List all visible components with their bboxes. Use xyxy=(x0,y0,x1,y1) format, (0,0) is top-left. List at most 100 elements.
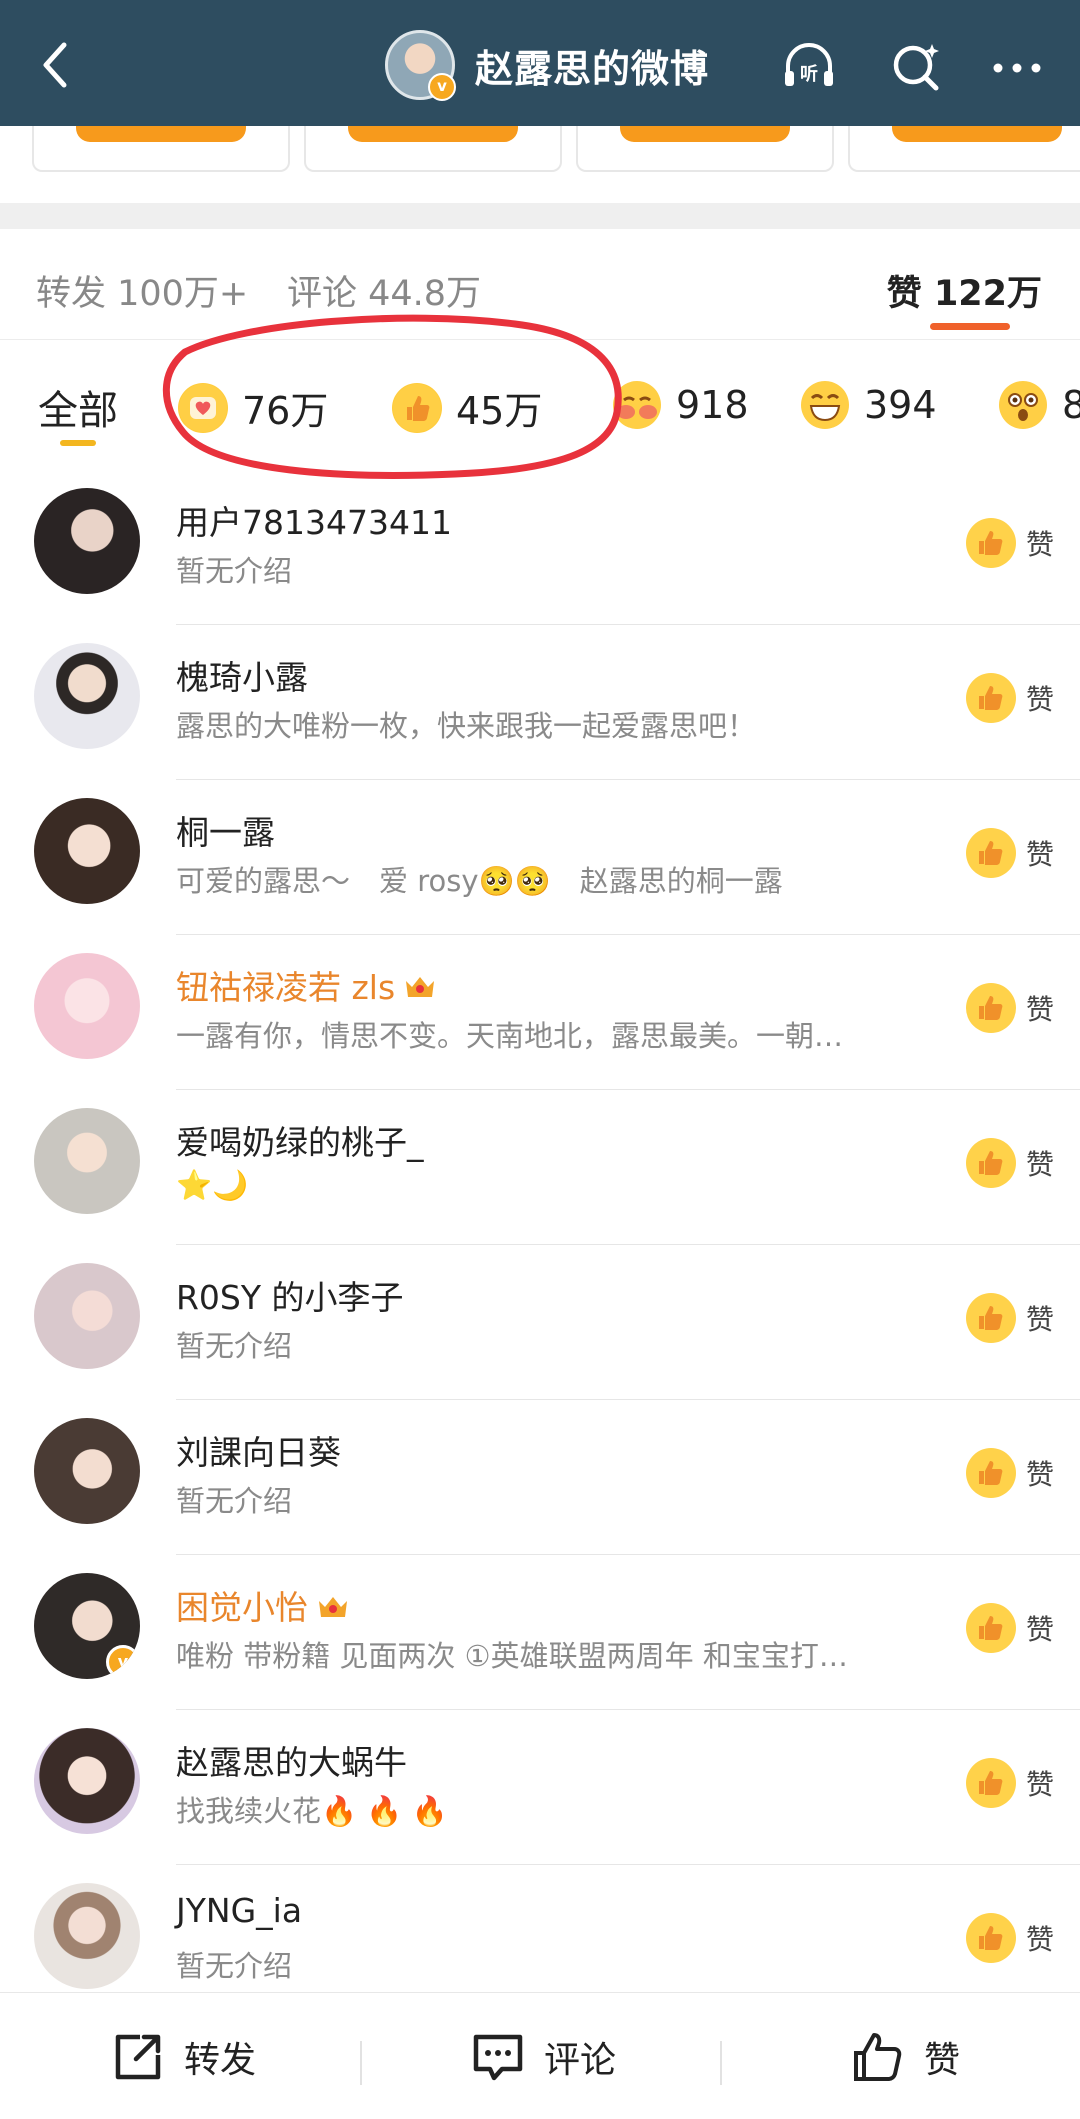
like-button[interactable]: 赞 xyxy=(965,983,1054,1033)
verified-badge: v xyxy=(428,73,456,101)
tab-like-count: 122万 xyxy=(933,274,1042,314)
bottom-action-bar: 转发 评论 赞 xyxy=(0,1992,1080,2119)
user-description: 露思的大唯粉一枚，快来跟我一起爱露思吧！ xyxy=(176,709,757,743)
user-name[interactable]: 赵露思的大蜗牛 xyxy=(176,1736,407,1784)
user-name[interactable]: 用户7813473411 xyxy=(176,496,452,544)
avatar[interactable]: v xyxy=(34,1573,140,1679)
list-item[interactable]: 钮祜禄凌若 zls 一露有你，情思不变。天南地北，露思最美。一朝… 赞 xyxy=(0,935,1080,1090)
annotation-circle xyxy=(162,314,622,479)
reaction-tab-surprised[interactable]: 8 xyxy=(998,380,1080,430)
section-divider xyxy=(0,203,1080,229)
list-item[interactable]: v 困觉小怡 唯粉 带粉籍 见面两次 ①英雄联盟两周年 和宝宝打… 赞 xyxy=(0,1555,1080,1710)
divider xyxy=(360,2041,362,2085)
like-label: 赞 xyxy=(1025,1613,1054,1646)
avatar[interactable] xyxy=(34,488,140,594)
tab-like[interactable]: 赞 122万 xyxy=(887,265,1042,316)
thumbs-up-icon xyxy=(965,1913,1016,1963)
avatar[interactable] xyxy=(34,1728,140,1834)
user-name-text: 钮祜禄凌若 zls xyxy=(176,968,396,1007)
list-item[interactable]: 赵露思的大蜗牛 找我续火花🔥 🔥 🔥 赞 xyxy=(0,1710,1080,1865)
list-item[interactable]: R0SY 的小李子 暂无介绍 赞 xyxy=(0,1245,1080,1400)
reaction-count: 918 xyxy=(676,383,749,427)
like-action-button[interactable]: 赞 xyxy=(850,2029,960,2085)
like-label: 赞 xyxy=(1025,838,1054,871)
thumbs-up-outline-icon xyxy=(854,2033,902,2081)
title-group[interactable]: v 赵露思的微博 xyxy=(385,30,710,101)
action-card[interactable] xyxy=(848,126,1080,172)
tab-repost[interactable]: 转发 100万+ xyxy=(36,265,248,316)
thumbs-up-icon xyxy=(965,1758,1016,1808)
avatar[interactable]: v xyxy=(385,30,456,101)
like-button[interactable]: 赞 xyxy=(965,1293,1054,1343)
comment-label: 评论 xyxy=(544,2040,617,2081)
user-name[interactable]: 困觉小怡 xyxy=(176,1581,350,1629)
user-name[interactable]: 爱喝奶绿的桃子_ xyxy=(176,1116,424,1164)
like-button[interactable]: 赞 xyxy=(965,1603,1054,1653)
reaction-tab-all[interactable]: 全部 xyxy=(38,378,118,436)
thumbs-up-icon xyxy=(965,673,1016,723)
avatar[interactable] xyxy=(34,1883,140,1989)
avatar[interactable] xyxy=(34,643,140,749)
verified-badge: v xyxy=(106,1645,140,1679)
crown-icon xyxy=(316,1590,350,1629)
repost-label: 转发 xyxy=(184,2040,257,2081)
thumbs-up-icon xyxy=(965,828,1016,878)
user-description: 找我续火花🔥 🔥 🔥 xyxy=(176,1794,448,1828)
grin-face-icon xyxy=(800,380,850,430)
user-name[interactable]: 刘課向日葵 xyxy=(176,1426,341,1474)
user-description: 暂无介绍 xyxy=(176,1949,293,1983)
user-name[interactable]: JYNG_ia xyxy=(176,1891,302,1930)
user-name[interactable]: 槐琦小露 xyxy=(176,651,308,699)
action-card[interactable] xyxy=(304,126,562,172)
more-icon[interactable] xyxy=(988,38,1046,96)
avatar[interactable] xyxy=(34,1108,140,1214)
action-card[interactable] xyxy=(576,126,834,172)
user-description: 暂无介绍 xyxy=(176,1329,293,1363)
like-action-label: 赞 xyxy=(924,2040,961,2081)
like-button[interactable]: 赞 xyxy=(965,1913,1054,1963)
page-title: 赵露思的微博 xyxy=(475,46,710,91)
reaction-count: 394 xyxy=(864,383,937,427)
surprised-face-icon xyxy=(998,380,1048,430)
like-label: 赞 xyxy=(1025,993,1054,1026)
thumbs-up-icon xyxy=(965,1448,1016,1498)
reaction-tab-grin[interactable]: 394 xyxy=(800,380,937,430)
search-icon[interactable] xyxy=(888,38,946,96)
list-item[interactable]: 爱喝奶绿的桃子_ ⭐🌙 赞 xyxy=(0,1090,1080,1245)
back-icon[interactable] xyxy=(28,35,88,95)
user-description: ⭐🌙 xyxy=(176,1168,249,1202)
comment-button[interactable]: 评论 xyxy=(470,2029,616,2085)
avatar[interactable] xyxy=(34,1418,140,1524)
top-nav-bar: v 赵露思的微博 听 xyxy=(0,0,1080,126)
list-item[interactable]: 用户7813473411 暂无介绍 赞 xyxy=(0,470,1080,625)
listen-icon[interactable]: 听 xyxy=(780,38,838,96)
comment-icon xyxy=(473,2034,523,2081)
reaction-count: 8 xyxy=(1062,383,1080,427)
share-icon xyxy=(115,2034,161,2080)
like-button[interactable]: 赞 xyxy=(965,518,1054,568)
like-button[interactable]: 赞 xyxy=(965,1758,1054,1808)
user-name[interactable]: 钮祜禄凌若 zls xyxy=(176,961,437,1009)
thumbs-up-icon xyxy=(965,1603,1016,1653)
avatar[interactable] xyxy=(34,1263,140,1369)
action-card[interactable] xyxy=(32,126,290,172)
user-name[interactable]: R0SY 的小李子 xyxy=(176,1271,404,1319)
tab-comment[interactable]: 评论 44.8万 xyxy=(287,265,481,316)
list-item[interactable]: 桐一露 可爱的露思～ 爱 rosy🥺🥺 赵露思的桐一露 赞 xyxy=(0,780,1080,935)
list-item[interactable]: 槐琦小露 露思的大唯粉一枚，快来跟我一起爱露思吧！ 赞 xyxy=(0,625,1080,780)
action-cards xyxy=(0,126,1080,202)
user-name-text: 困觉小怡 xyxy=(176,1588,308,1627)
like-button[interactable]: 赞 xyxy=(965,828,1054,878)
like-label: 赞 xyxy=(1025,683,1054,716)
repost-button[interactable]: 转发 xyxy=(110,2029,256,2085)
avatar[interactable] xyxy=(34,798,140,904)
avatar[interactable] xyxy=(34,953,140,1059)
like-label: 赞 xyxy=(1025,528,1054,561)
user-name[interactable]: 桐一露 xyxy=(176,806,275,854)
like-button[interactable]: 赞 xyxy=(965,1448,1054,1498)
crown-icon xyxy=(403,970,437,1009)
list-item[interactable]: 刘課向日葵 暂无介绍 赞 xyxy=(0,1400,1080,1555)
like-button[interactable]: 赞 xyxy=(965,673,1054,723)
like-button[interactable]: 赞 xyxy=(965,1138,1054,1188)
active-tab-indicator xyxy=(60,440,96,446)
